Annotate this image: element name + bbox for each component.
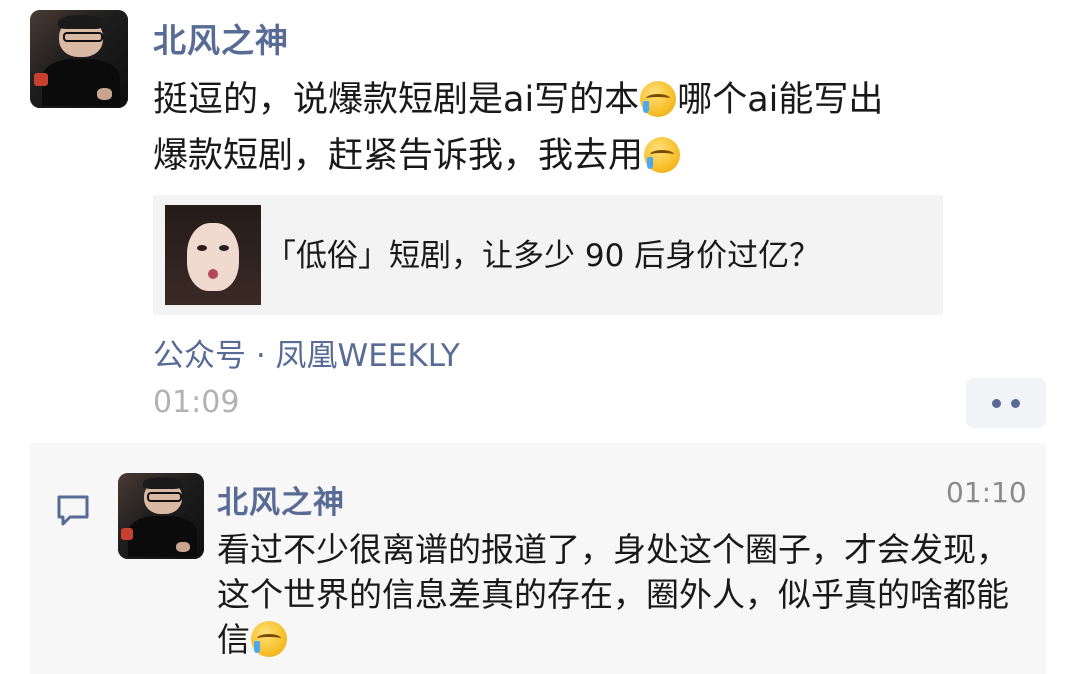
more-actions-button[interactable]	[966, 378, 1046, 428]
more-dot-icon	[1011, 399, 1020, 408]
author-avatar[interactable]	[30, 10, 128, 108]
reply-text-body: 看过不少很离谱的报道了，身处这个圈子，才会发现，这个世界的信息差真的存在，圈外人…	[217, 530, 1009, 659]
more-dot-icon	[992, 399, 1001, 408]
facepalm-cry-emoji-icon	[640, 81, 677, 117]
post-text-part1: 挺逗的，说爆款短剧是ai写的本	[153, 80, 640, 120]
post-text-line2: 爆款短剧，赶紧告诉我，我去用	[153, 128, 1043, 184]
reply-text: 看过不少很离谱的报道了，身处这个圈子，才会发现，这个世界的信息差真的存在，圈外人…	[217, 527, 1027, 662]
post-text: 挺逗的，说爆款短剧是ai写的本 哪个ai能写出 爆款短剧，赶紧告诉我，我去用	[153, 72, 1043, 184]
reply-time: 01:10	[946, 476, 1027, 509]
article-title: 「低俗」短剧，让多少 90 后身价过亿？	[265, 238, 821, 274]
reply-author-name[interactable]: 北风之神	[217, 477, 345, 522]
comment-icon	[57, 495, 89, 526]
post-time: 01:09	[153, 385, 240, 420]
post-text-part2: 哪个ai能写出	[677, 80, 884, 120]
article-source[interactable]: 公众号 · 凤凰WEEKLY	[153, 330, 460, 375]
post-text-part3: 爆款短剧，赶紧告诉我，我去用	[153, 136, 644, 176]
facepalm-cry-emoji-icon	[644, 137, 681, 173]
facepalm-cry-emoji-icon	[251, 621, 287, 657]
author-name[interactable]: 北风之神	[153, 14, 289, 62]
shared-article-card[interactable]: 「低俗」短剧，让多少 90 后身价过亿？	[153, 195, 943, 315]
reply-author-avatar[interactable]	[118, 473, 204, 559]
post-text-line1: 挺逗的，说爆款短剧是ai写的本 哪个ai能写出	[153, 72, 1043, 128]
article-thumbnail	[165, 205, 261, 305]
